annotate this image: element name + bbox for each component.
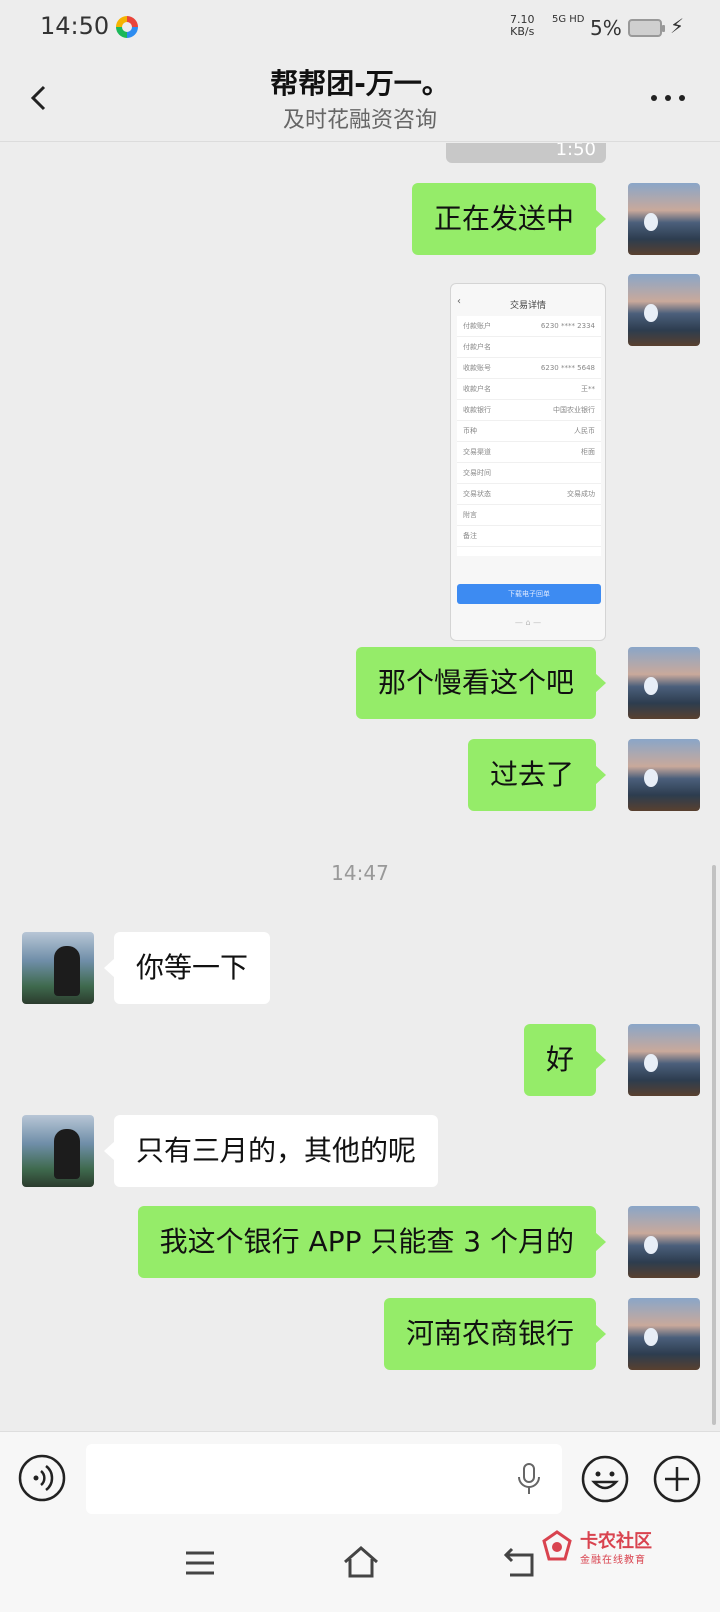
thumb-row: 收款户名 王**	[457, 379, 601, 400]
charging-icon: ⚡	[670, 14, 685, 38]
message-bubble-other[interactable]: 你等一下	[103, 932, 271, 1004]
avatar-self[interactable]	[628, 1298, 700, 1370]
message-text-input[interactable]	[86, 1444, 562, 1514]
chat-title: 帮帮团-万一。	[270, 67, 450, 100]
thumb-title: 交易详情	[509, 301, 546, 311]
message-bubble-self[interactable]: 那个慢看这个吧	[355, 647, 607, 719]
menu-icon[interactable]	[184, 1549, 216, 1577]
more-options-icon[interactable]	[648, 92, 688, 104]
watermark: 卡农社区 金融在线教育	[540, 1527, 700, 1569]
thumb-row: 交易渠道 柜面	[457, 442, 601, 463]
app-notification-icon	[116, 16, 138, 38]
time-divider: 14:47	[331, 861, 389, 885]
message-bubble-self[interactable]: 好	[523, 1024, 607, 1096]
network-type: 5G HD	[552, 14, 585, 25]
thumb-row: 交易状态 交易成功	[457, 484, 601, 505]
image-message-screenshot[interactable]: ‹ 交易详情 付款账户 6230 **** 2334 付款户名 收款账号 6230 …	[450, 283, 606, 641]
chat-scrollbar[interactable]	[712, 865, 716, 1425]
network-speed: 7.10 KB/s	[510, 14, 535, 38]
message-bubble-self[interactable]: 过去了	[467, 739, 607, 811]
thumb-download-button: 下载电子回单	[457, 584, 601, 604]
thumb-row: 币种 人民币	[457, 421, 601, 442]
avatar-other[interactable]	[22, 932, 94, 1004]
image-message-partial[interactable]: 1:50	[446, 143, 606, 163]
status-bar: 14:50 7.10 KB/s 5G HD 5% ⚡	[0, 0, 720, 56]
message-bubble-self[interactable]: 我这个银行 APP 只能查 3 个月的	[137, 1206, 607, 1278]
thumb-nav-bar: — ⌂ —	[514, 618, 542, 627]
add-attachment-icon[interactable]	[652, 1454, 702, 1504]
chat-header: 帮帮团-万一。 及时花融资咨询	[0, 56, 720, 142]
thumb-row: 收款账号 6230 **** 5648	[457, 358, 601, 379]
chat-messages[interactable]: 1:50 正在发送中 ‹ 交易详情 付款账户 6230 **** 2334 付款户…	[0, 143, 720, 1431]
message-input-bar	[0, 1431, 720, 1521]
message-bubble-other[interactable]: 只有三月的，其他的呢	[103, 1115, 439, 1187]
system-nav-bar: 卡农社区 金融在线教育	[0, 1521, 720, 1612]
avatar-self[interactable]	[628, 1206, 700, 1278]
thumb-row: 收款银行 中国农业银行	[457, 400, 601, 421]
message-bubble-self[interactable]: 正在发送中	[411, 183, 607, 255]
message-bubble-self[interactable]: 河南农商银行	[383, 1298, 607, 1370]
avatar-self[interactable]	[628, 183, 700, 255]
network-speed-unit: KB/s	[510, 25, 535, 38]
battery-icon	[628, 19, 665, 37]
thumb-row: 附言	[457, 505, 601, 526]
chat-subtitle: 及时花融资咨询	[282, 108, 437, 133]
watermark-logo-icon	[542, 1530, 572, 1561]
emoji-icon[interactable]	[580, 1454, 630, 1504]
nav-back-icon[interactable]	[502, 1545, 538, 1579]
avatar-self[interactable]	[628, 739, 700, 811]
home-icon[interactable]	[342, 1545, 380, 1579]
thumb-row: 付款户名	[457, 337, 601, 358]
voice-input-icon[interactable]	[18, 1454, 66, 1502]
watermark-subtitle: 金融在线教育	[580, 1555, 646, 1566]
watermark-name: 卡农社区	[580, 1531, 652, 1552]
thumb-row: 备注	[457, 526, 601, 547]
status-time: 14:50	[40, 12, 110, 40]
battery-percent: 5%	[590, 16, 622, 40]
thumb-row: 交易时间	[457, 463, 601, 484]
thumb-detail-card: 付款账户 6230 **** 2334 付款户名 收款账号 6230 **** 56…	[457, 316, 601, 556]
avatar-other[interactable]	[22, 1115, 94, 1187]
avatar-self[interactable]	[628, 274, 700, 346]
microphone-icon[interactable]	[516, 1462, 542, 1496]
thumb-row: 付款账户 6230 **** 2334	[457, 316, 601, 337]
avatar-self[interactable]	[628, 1024, 700, 1096]
avatar-self[interactable]	[628, 647, 700, 719]
image-time-text: 1:50	[555, 143, 596, 160]
